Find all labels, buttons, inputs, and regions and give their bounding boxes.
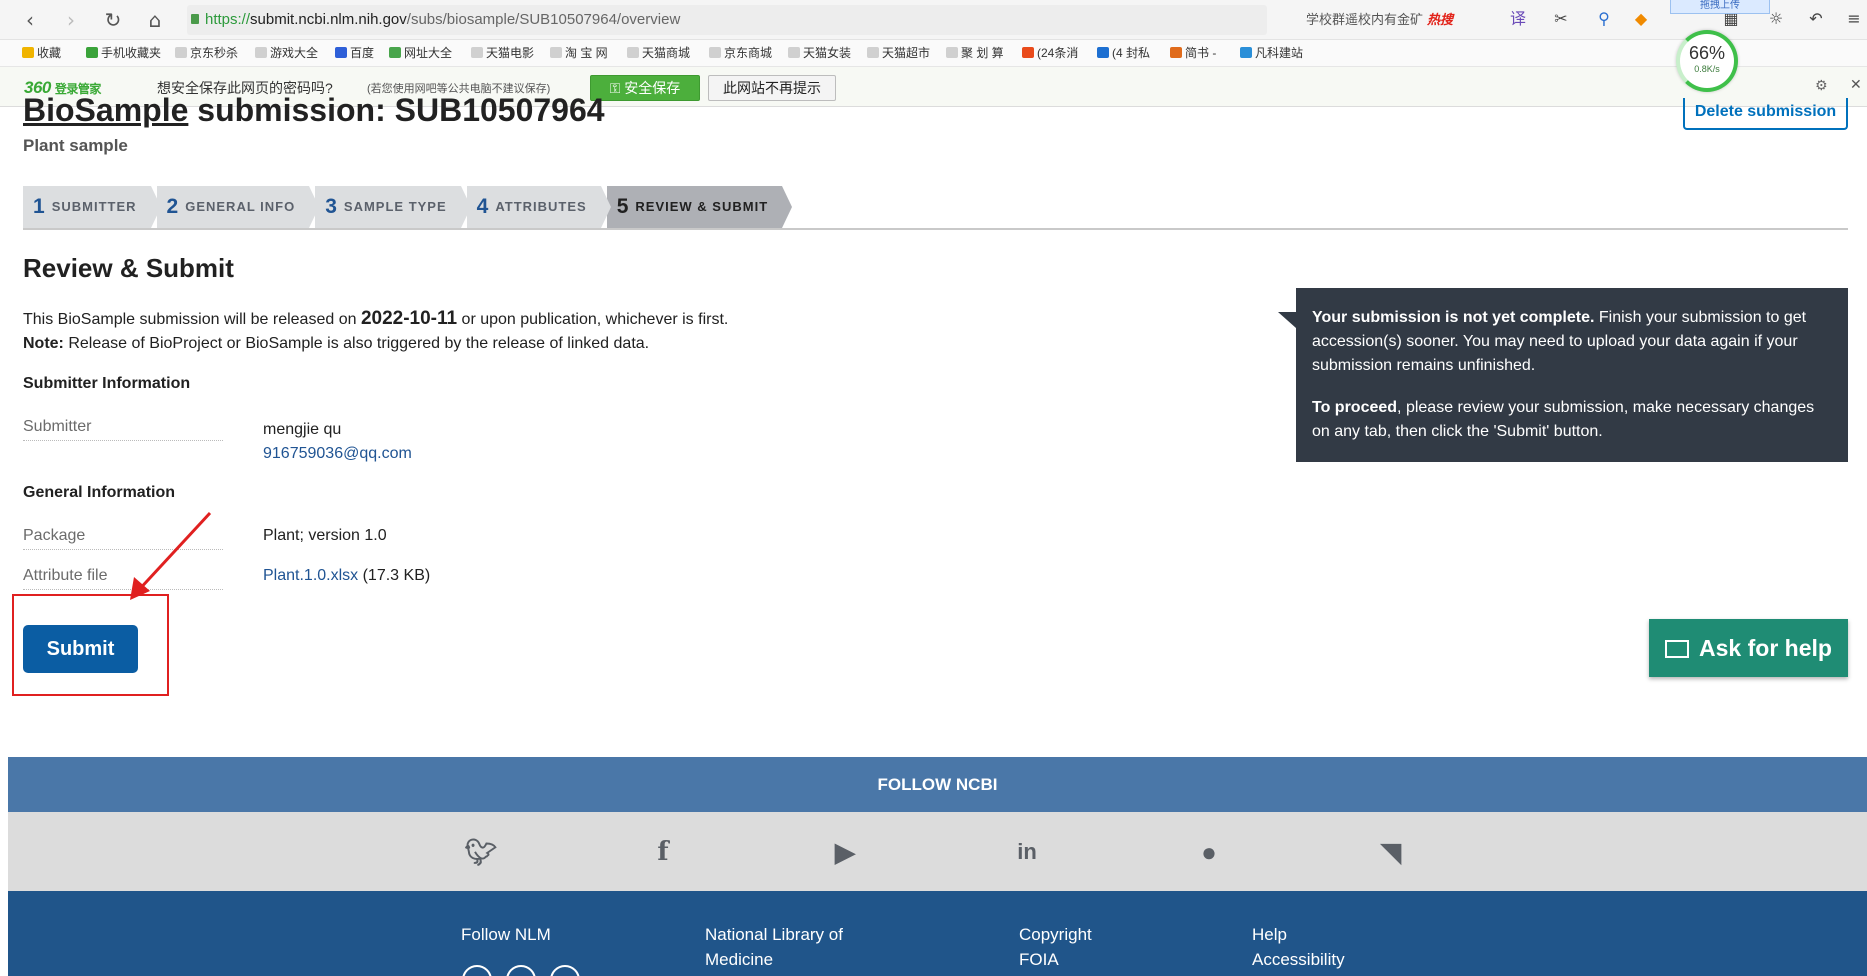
home-icon[interactable]: ⌂ xyxy=(142,8,168,32)
lock-icon xyxy=(191,14,199,24)
package-value: Plant; version 1.0 xyxy=(263,527,387,544)
release-date: 2022-10-11 xyxy=(360,308,458,329)
url-path: /subs/biosample/SUB10507964/overview xyxy=(406,11,681,28)
speed-percent: 66% xyxy=(1688,43,1726,63)
annotation-arrow xyxy=(130,511,212,600)
nlm-facebook-icon[interactable] xyxy=(462,965,492,976)
key-icon: ⚿ xyxy=(609,80,625,96)
release-note: Note: Release of BioProject or BioSample… xyxy=(23,335,650,352)
scissors-icon[interactable]: ✂ xyxy=(1550,8,1572,30)
bookmark-item[interactable]: 淘 宝 网 xyxy=(550,45,608,61)
bookmarks-bar: 收藏 手机收藏夹 京东秒杀 游戏大全 百度 网址大全 天猫电影 淘 宝 网 天猫… xyxy=(0,40,1867,67)
undo-icon[interactable]: ↶ xyxy=(1805,8,1827,30)
accessibility-link[interactable]: Accessibility xyxy=(1252,947,1345,972)
url-protocol: https:// xyxy=(205,11,251,28)
network-speed-widget[interactable]: 66% 0.8K/s xyxy=(1676,30,1738,92)
delete-submission-button[interactable]: Delete submission xyxy=(1683,98,1848,130)
submit-button[interactable]: Submit xyxy=(23,625,138,673)
rss-icon[interactable]: ◥ xyxy=(1374,835,1408,869)
nlm-youtube-icon[interactable] xyxy=(550,965,580,976)
youtube-icon[interactable]: ▶ xyxy=(828,835,862,869)
facebook-icon[interactable]: f xyxy=(646,835,680,869)
bookmark-item[interactable]: (4 封私 xyxy=(1097,45,1150,61)
bookmark-item[interactable]: 简书 - xyxy=(1170,45,1216,61)
follow-nlm: Follow NLM xyxy=(461,925,551,944)
bookmark-item[interactable]: 天猫商城 xyxy=(627,45,690,61)
social-links: 🐦︎ f ▶ in ● ◥ xyxy=(8,812,1867,891)
menu-icon[interactable]: ≡ xyxy=(1843,8,1865,30)
wizard-steps: 1 Submitter 2 General Info 3 Sample type 4A… xyxy=(23,186,793,228)
submitter-name: mengjie qu xyxy=(263,421,342,438)
forward-icon[interactable]: › xyxy=(58,8,84,32)
bookmark-item[interactable]: (24条消 xyxy=(1022,45,1078,61)
nlm-footer: Follow NLM National Library of Medicine C… xyxy=(8,891,1867,976)
bookmark-item[interactable]: 游戏大全 xyxy=(255,45,318,61)
bookmark-item[interactable]: 京东商城 xyxy=(709,45,772,61)
bookmark-item[interactable]: 京东秒杀 xyxy=(175,45,238,61)
url-host: submit.ncbi.nlm.nih.gov xyxy=(250,11,407,28)
gear-icon[interactable]: ⚙ xyxy=(1815,78,1828,94)
close-icon[interactable]: ✕ xyxy=(1850,77,1862,93)
game-icon[interactable]: ◆ xyxy=(1630,8,1652,30)
no-prompt-button[interactable]: 此网站不再提示 xyxy=(708,75,836,101)
copyright-link[interactable]: Copyright xyxy=(1019,922,1092,947)
help-links: Help Accessibility xyxy=(1252,922,1345,972)
search-hot-badge: 热搜 xyxy=(1427,12,1454,27)
submitter-label: Submitter xyxy=(23,418,223,441)
browser-search-box[interactable]: 学校群遥校内有金矿 热搜 xyxy=(1280,7,1485,33)
magnifier-icon[interactable]: ⚲ xyxy=(1593,8,1615,30)
attribute-file-link[interactable]: Plant.1.0.xlsx xyxy=(263,567,358,584)
bookmark-item[interactable]: 天猫电影 xyxy=(471,45,534,61)
envelope-icon xyxy=(1665,640,1690,658)
back-icon[interactable]: ‹ xyxy=(17,8,43,32)
attribute-file-value: Plant.1.0.xlsx (17.3 KB) xyxy=(263,567,431,584)
twitter-icon[interactable]: 🐦︎ xyxy=(464,835,498,869)
foia-link[interactable]: FOIA xyxy=(1019,947,1092,972)
upload-tab[interactable]: 拖拽上传 xyxy=(1670,0,1770,14)
submitter-heading: Submitter Information xyxy=(23,375,191,392)
app-root: ‹ › ↻ ⌂ https://submit.ncbi.nlm.nih.gov/… xyxy=(0,0,1867,976)
step-submitter[interactable]: 1 Submitter xyxy=(23,186,161,228)
translate-icon[interactable]: 译 xyxy=(1507,8,1529,30)
submitter-value: mengjie qu 916759036@qq.com xyxy=(263,418,412,466)
safe-save-button[interactable]: ⚿ 安全保存 xyxy=(590,75,700,101)
nlm-twitter-icon[interactable] xyxy=(506,965,536,976)
section-title: Review & Submit xyxy=(23,253,234,283)
page-subtitle: Plant sample xyxy=(23,136,128,155)
nlm-name[interactable]: National Library of Medicine xyxy=(705,922,843,972)
github-icon[interactable]: ● xyxy=(1192,835,1226,869)
bookmark-item[interactable]: 凡科建站 xyxy=(1240,45,1303,61)
bookmark-item[interactable]: 手机收藏夹 xyxy=(86,45,161,61)
bookmark-item[interactable]: 收藏 xyxy=(22,45,61,61)
legal-links: Copyright FOIA xyxy=(1019,922,1092,972)
bookmark-item[interactable]: 聚 划 算 xyxy=(946,45,1004,61)
submitter-email-link[interactable]: 916759036@qq.com xyxy=(263,442,412,466)
biosample-link[interactable]: BioSample xyxy=(23,92,188,128)
browser-toolbar: ‹ › ↻ ⌂ https://submit.ncbi.nlm.nih.gov/… xyxy=(0,0,1867,40)
bookmark-item[interactable]: 百度 xyxy=(335,45,374,61)
step-attributes[interactable]: 4 Attributes xyxy=(466,186,611,228)
linkedin-icon[interactable]: in xyxy=(1010,835,1044,869)
step-sample-type[interactable]: 3 Sample type xyxy=(315,186,472,228)
bookmark-item[interactable]: 天猫女装 xyxy=(788,45,851,61)
bookmark-item[interactable]: 天猫超市 xyxy=(867,45,930,61)
page-title: BioSample submission: SUB10507964 xyxy=(23,92,605,128)
help-link[interactable]: Help xyxy=(1252,922,1345,947)
address-bar[interactable]: https://submit.ncbi.nlm.nih.gov/subs/bio… xyxy=(187,5,1267,35)
steps-divider xyxy=(23,228,1848,230)
step-general-info[interactable]: 2 General Info xyxy=(156,186,319,228)
general-info-heading: General Information xyxy=(23,484,176,501)
release-statement: This BioSample submission will be releas… xyxy=(23,308,729,329)
search-text: 学校群遥校内有金矿 xyxy=(1306,12,1424,27)
step-review-submit[interactable]: 5 Review & Submit xyxy=(606,186,793,228)
follow-ncbi-banner: FOLLOW NCBI xyxy=(8,757,1867,812)
speed-rate: 0.8K/s xyxy=(1694,64,1720,74)
incomplete-submission-alert: Your submission is not yet complete. Fin… xyxy=(1278,288,1848,462)
ask-for-help-button[interactable]: Ask for help xyxy=(1649,619,1848,677)
reload-icon[interactable]: ↻ xyxy=(100,8,126,32)
bookmark-item[interactable]: 网址大全 xyxy=(389,45,452,61)
